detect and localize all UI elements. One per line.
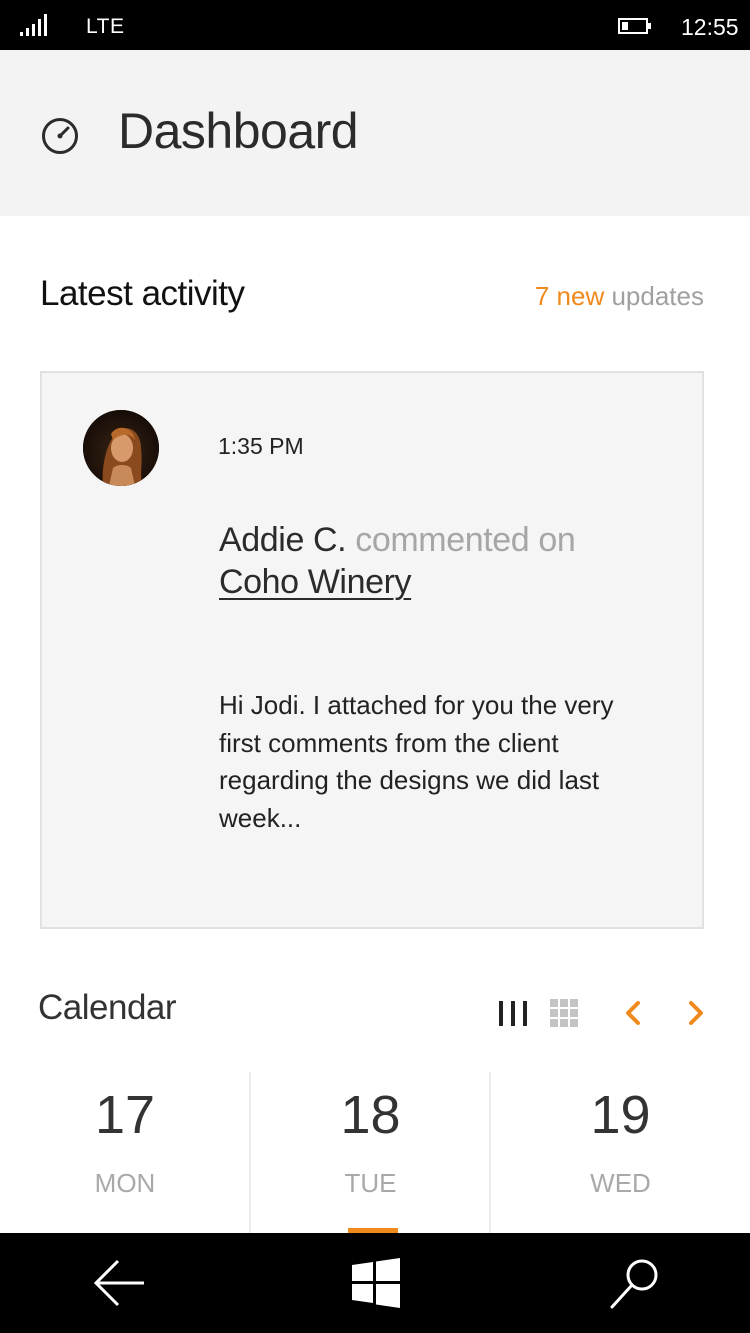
activity-author[interactable]: Addie C. [219, 521, 347, 559]
activity-time: 1:35 PM [218, 433, 304, 459]
day-number: 18 [340, 1085, 401, 1145]
calendar-day-selected[interactable]: 18 TUE [251, 1072, 490, 1233]
activity-action: commented on [355, 521, 576, 559]
chevron-left-icon[interactable] [621, 998, 645, 1028]
back-arrow-icon[interactable] [92, 1257, 148, 1309]
updates-badge[interactable]: 7 new updates [535, 281, 704, 312]
day-weekday: WED [590, 1168, 651, 1198]
updates-count: 7 new [534, 281, 605, 311]
day-weekday: MON [94, 1168, 156, 1198]
signal-icon [20, 14, 47, 36]
search-icon[interactable] [608, 1257, 664, 1309]
updates-label: updates [611, 281, 704, 311]
calendar-day-strip: 17 MON 18 TUE 19 WED [0, 1072, 750, 1233]
calendar-heading: Calendar [38, 988, 177, 1027]
activity-target-link[interactable]: Coho Winery [219, 563, 412, 601]
activity-headline: Addie C. commented on Coho Winery [219, 519, 576, 603]
latest-activity-heading: Latest activity [40, 274, 245, 313]
status-time: 12:55 [681, 14, 739, 40]
day-weekday: TUE [344, 1168, 397, 1198]
columns-view-icon[interactable] [498, 998, 530, 1028]
page-header: Dashboard [0, 50, 750, 216]
navigation-bar [0, 1233, 750, 1333]
day-number: 19 [590, 1085, 651, 1145]
day-number: 17 [94, 1085, 156, 1145]
chevron-right-icon[interactable] [684, 998, 708, 1028]
page-title: Dashboard [118, 103, 359, 159]
network-type: LTE [86, 15, 125, 38]
windows-logo-icon[interactable] [348, 1257, 404, 1309]
status-bar: LTE 12:55 [0, 0, 750, 50]
activity-message: Hi Jodi. I attached for you the very fir… [219, 690, 614, 833]
avatar [83, 410, 159, 486]
grid-view-icon[interactable] [549, 998, 581, 1028]
dashboard-gauge-icon [42, 118, 78, 154]
battery-icon [618, 18, 651, 34]
avatar-portrait-image [83, 410, 159, 486]
activity-card[interactable]: 1:35 PM Addie C. commented on Coho Winer… [40, 371, 704, 929]
calendar-day[interactable]: 19 WED [491, 1072, 750, 1233]
calendar-day[interactable]: 17 MON [0, 1072, 250, 1233]
